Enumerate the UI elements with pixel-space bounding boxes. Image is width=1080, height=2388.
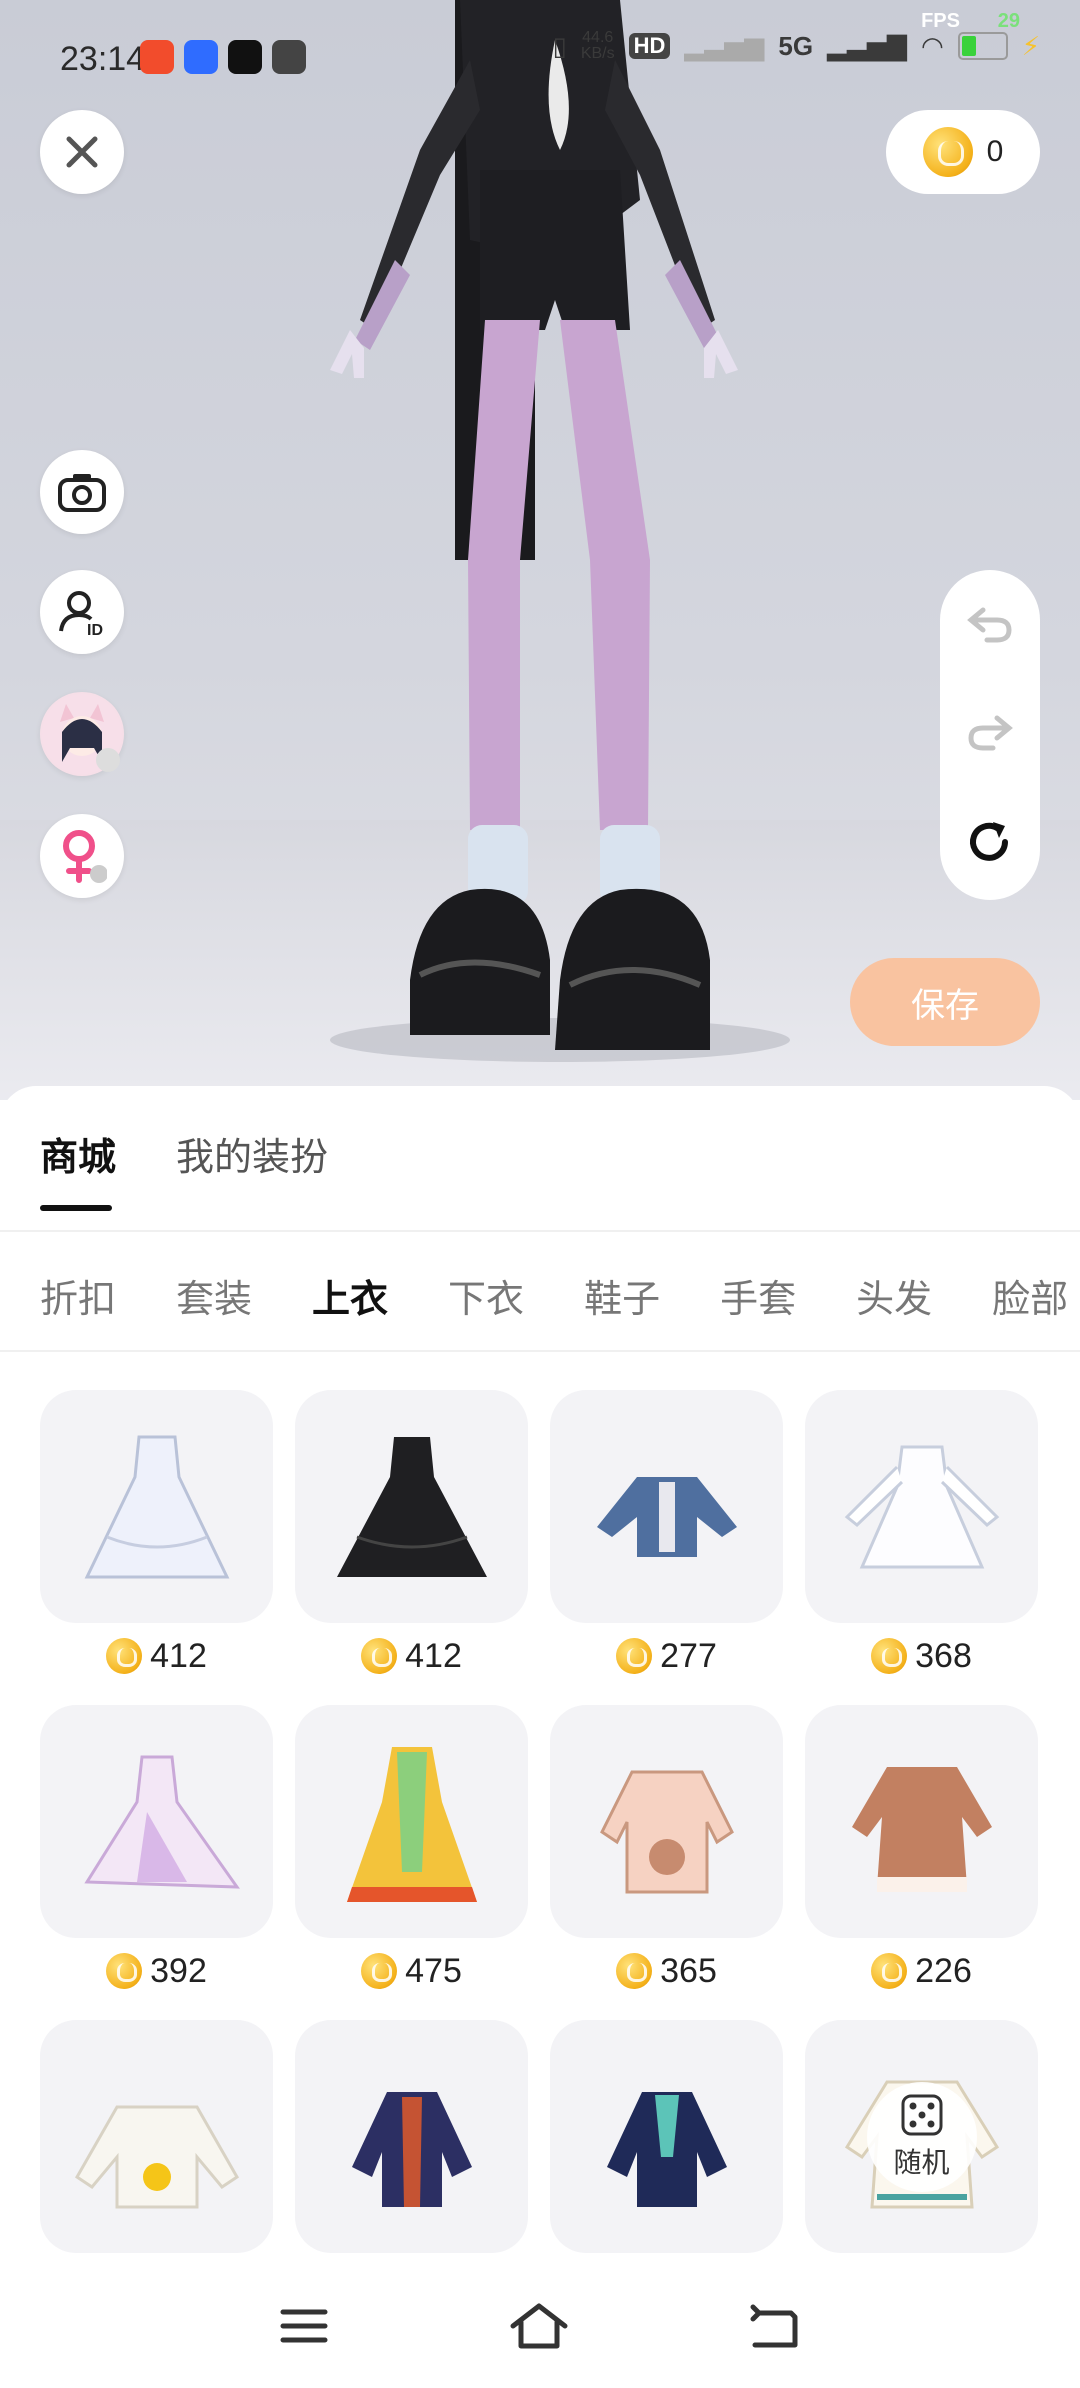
camera-button[interactable] <box>40 450 124 534</box>
tab-my-outfits[interactable]: 我的装扮 <box>176 1126 328 1181</box>
item-price: 277 <box>550 1635 783 1677</box>
category-discount[interactable]: 折扣 <box>40 1268 116 1323</box>
item-card[interactable]: 368 <box>805 1390 1038 1677</box>
category-hair[interactable]: 头发 <box>856 1268 932 1323</box>
app-icon-4 <box>272 40 306 74</box>
item-price: 412 <box>40 1635 273 1677</box>
coin-icon <box>871 1953 908 1989</box>
item-thumbnail <box>550 2020 783 2253</box>
svg-text:ID: ID <box>87 622 103 637</box>
item-thumbnail <box>295 1705 528 1938</box>
category-face[interactable]: 脸部 <box>992 1268 1068 1323</box>
tab-shop[interactable]: 商城 <box>40 1126 116 1211</box>
app-icon-1 <box>140 40 174 74</box>
item-thumbnail <box>550 1390 783 1623</box>
female-icon <box>63 830 107 883</box>
coin-icon <box>616 1953 653 1989</box>
save-button[interactable]: 保存 <box>850 958 1040 1046</box>
item-price: 392 <box>40 1950 273 1992</box>
item-price: 368 <box>805 1635 1038 1677</box>
camera-icon <box>58 474 106 512</box>
item-price: 412 <box>295 1635 528 1677</box>
reset-icon[interactable] <box>967 820 1013 866</box>
item-thumbnail <box>295 1390 528 1623</box>
item-grid: 412 412 277 368 392 475 365 226 随机 <box>40 1390 1040 2307</box>
wifi-icon: ◠ <box>921 30 944 61</box>
system-nav-bar <box>0 2264 1080 2388</box>
item-thumbnail <box>805 1705 1038 1938</box>
coin-balance[interactable]: 0 <box>886 110 1040 194</box>
item-thumbnail <box>550 1705 783 1938</box>
vibrate-icon: ▯ <box>552 30 567 61</box>
menu-icon[interactable] <box>279 2306 329 2346</box>
coin-icon <box>922 127 973 177</box>
avatar-id-button[interactable]: ID <box>40 570 124 654</box>
avatar-stage[interactable]: 23:14 FPS 29 ▯ 44.6 KB/s HD ▂▃▅▆ 5G ▂▃▅▇… <box>0 0 1080 1100</box>
item-card[interactable]: 412 <box>295 1390 528 1677</box>
hd-badge: HD <box>628 33 671 59</box>
coin-icon <box>106 1953 143 1989</box>
coin-icon <box>616 1638 653 1674</box>
category-divider <box>0 1350 1080 1352</box>
main-tabs: 商城 我的装扮 <box>40 1126 328 1211</box>
app-icon-3 <box>228 40 262 74</box>
status-time: 23:14 <box>60 40 146 78</box>
item-thumbnail <box>295 2020 528 2253</box>
item-card[interactable]: 412 <box>40 1390 273 1677</box>
item-card[interactable]: 365 <box>550 1705 783 1992</box>
dice-icon <box>901 2094 942 2135</box>
item-card[interactable]: 226 <box>805 1705 1038 1992</box>
home-icon[interactable] <box>509 2302 569 2350</box>
category-gloves[interactable]: 手套 <box>720 1268 796 1323</box>
user-id-icon: ID <box>59 591 103 637</box>
item-thumbnail: 随机 <box>805 2020 1038 2253</box>
category-bottoms[interactable]: 下衣 <box>448 1268 524 1323</box>
close-button[interactable] <box>40 110 124 194</box>
shop-panel: 商城 我的装扮 折扣 套装 上衣 下衣 鞋子 手套 头发 脸部 412 412 <box>0 1086 1080 2388</box>
app-icon-2 <box>184 40 218 74</box>
item-card[interactable]: 392 <box>40 1705 273 1992</box>
signal-icon-2: ▂▃▅▇ <box>827 30 908 61</box>
undo-icon[interactable] <box>967 604 1013 644</box>
item-price: 226 <box>805 1950 1038 1992</box>
gender-switch-button[interactable] <box>40 814 124 898</box>
item-price: 365 <box>550 1950 783 1992</box>
category-set[interactable]: 套装 <box>176 1268 252 1323</box>
item-thumbnail <box>40 1705 273 1938</box>
coin-icon <box>106 1638 143 1674</box>
close-icon <box>66 136 98 168</box>
item-card[interactable]: 277 <box>550 1390 783 1677</box>
item-thumbnail <box>40 2020 273 2253</box>
item-card[interactable]: 475 <box>295 1705 528 1992</box>
category-shoes[interactable]: 鞋子 <box>584 1268 660 1323</box>
coin-icon <box>361 1638 398 1674</box>
charging-icon: ⚡ <box>1021 30 1040 61</box>
avatar-thumbnail <box>42 694 122 774</box>
battery-icon <box>957 32 1008 60</box>
coin-icon <box>871 1638 908 1674</box>
item-price: 475 <box>295 1950 528 1992</box>
coin-balance-value: 0 <box>986 135 1004 168</box>
signal-icon-1: ▂▃▅▆ <box>684 30 765 61</box>
category-tabs: 折扣 套装 上衣 下衣 鞋子 手套 头发 脸部 <box>40 1268 1068 1323</box>
network-speed: 44.6 KB/s <box>580 29 615 62</box>
status-bar: 23:14 FPS 29 ▯ 44.6 KB/s HD ▂▃▅▆ 5G ▂▃▅▇… <box>0 0 1080 120</box>
random-button[interactable]: 随机 <box>866 2081 977 2192</box>
item-thumbnail <box>805 1390 1038 1623</box>
coin-icon <box>361 1953 398 1989</box>
category-tops[interactable]: 上衣 <box>312 1268 388 1323</box>
redo-icon[interactable] <box>967 712 1013 752</box>
tabs-divider <box>0 1230 1080 1232</box>
back-icon[interactable] <box>749 2303 801 2349</box>
item-thumbnail <box>40 1390 273 1623</box>
random-label: 随机 <box>893 2146 950 2178</box>
history-panel <box>940 570 1040 900</box>
signal-label: 5G <box>778 30 814 61</box>
status-right: ▯ 44.6 KB/s HD ▂▃▅▆ 5G ▂▃▅▇ ◠ ⚡ <box>553 30 1041 62</box>
avatar-switch-button[interactable] <box>40 692 124 776</box>
